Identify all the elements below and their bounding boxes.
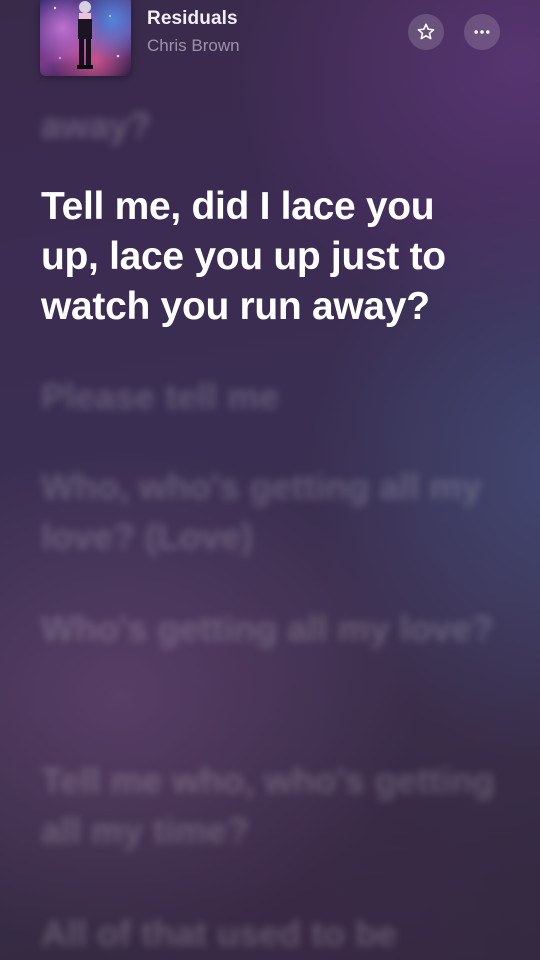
upcoming-lyric-line[interactable]: All of that used to be: [41, 909, 501, 959]
album-art-figure: [53, 1, 120, 69]
upcoming-lyric-line[interactable]: Please tell me: [41, 372, 501, 422]
ellipsis-icon: [474, 30, 490, 34]
track-title[interactable]: Residuals: [147, 8, 238, 30]
upcoming-lyric-line[interactable]: Who, who's getting all my love? (Love): [41, 462, 501, 562]
more-options-button[interactable]: [464, 14, 500, 50]
upcoming-lyric-line[interactable]: Tell me who, who's getting all my time?: [41, 756, 501, 856]
now-playing-header: Residuals Chris Brown: [0, 0, 540, 86]
track-artist[interactable]: Chris Brown: [147, 36, 240, 56]
upcoming-lyric-line[interactable]: Who's getting all my love?: [41, 604, 501, 654]
current-lyric-line[interactable]: Tell me, did I lace you up, lace you up …: [41, 182, 501, 332]
favorite-button[interactable]: [408, 14, 444, 50]
lyrics-screen: Residuals Chris Brown away? Tell me, did…: [0, 0, 540, 960]
album-art[interactable]: [40, 0, 131, 76]
previous-lyric-line[interactable]: away?: [41, 101, 501, 147]
star-icon: [417, 23, 435, 40]
